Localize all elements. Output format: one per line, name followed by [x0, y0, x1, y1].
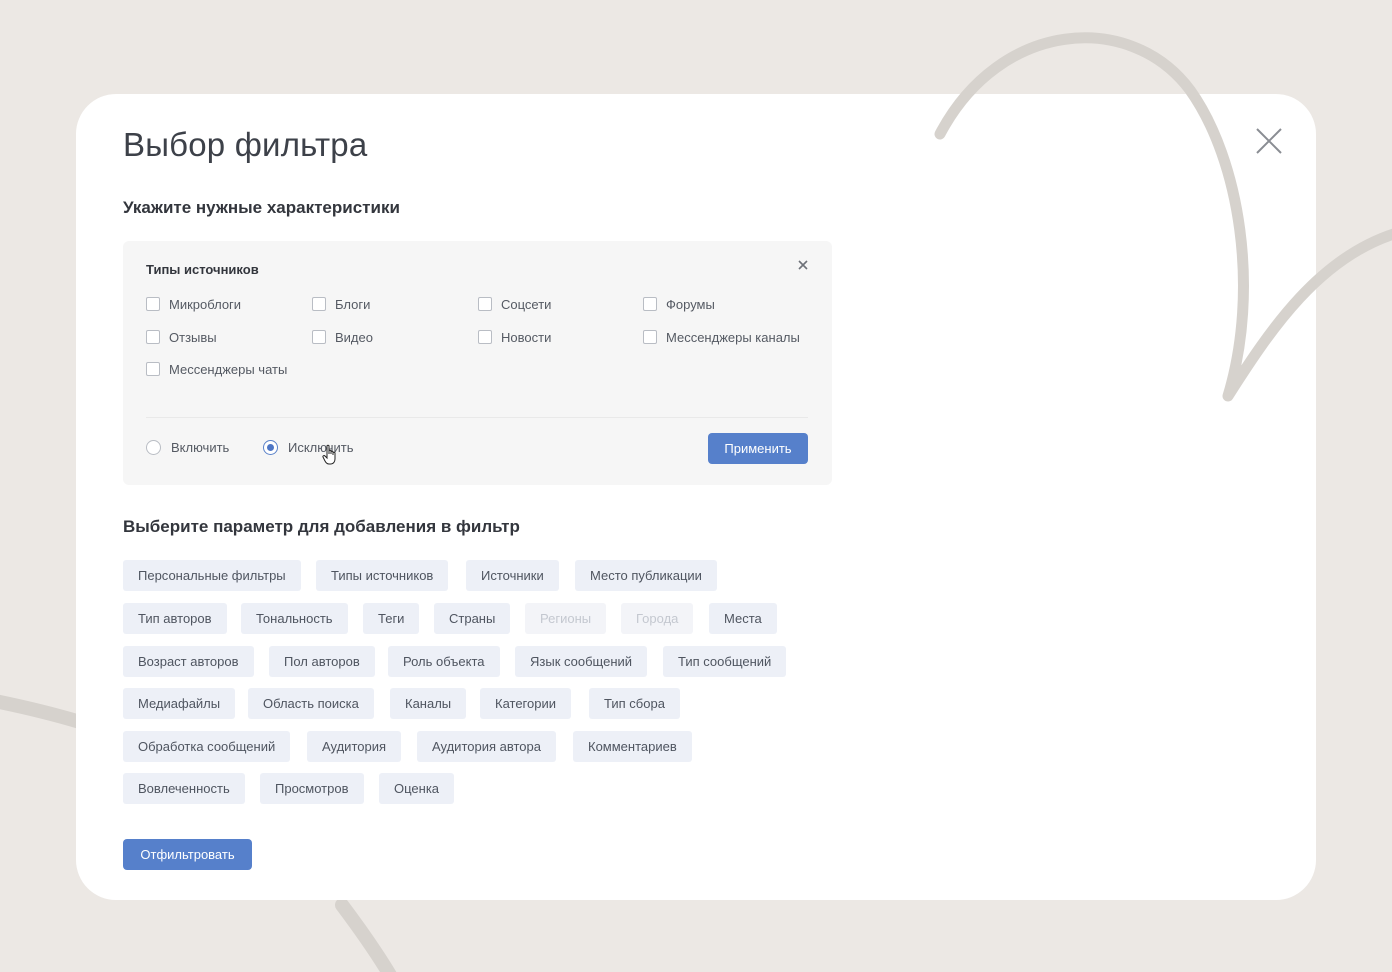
chip-views[interactable]: Просмотров	[260, 773, 364, 804]
chip-audience[interactable]: Аудитория	[307, 731, 402, 762]
chip-sentiment[interactable]: Тональность	[241, 603, 348, 634]
radio-circle-selected[interactable]	[263, 439, 278, 455]
checkbox-box[interactable]	[312, 297, 326, 311]
chip-comments[interactable]: Комментариев	[573, 731, 692, 762]
chip-search-area[interactable]: Область поиска	[248, 688, 374, 719]
chip-countries[interactable]: Страны	[434, 603, 511, 634]
checkbox-label: Новости	[501, 329, 552, 345]
modal-subtitle: Укажите нужные характеристики	[123, 198, 400, 217]
checkbox-label: Блоги	[335, 296, 371, 312]
chip-rating[interactable]: Оценка	[379, 773, 455, 804]
checkbox-news[interactable]: Новости	[478, 328, 551, 346]
filter-button[interactable]: Отфильтровать	[123, 839, 252, 870]
chip-message-type[interactable]: Тип сообщений	[663, 646, 787, 677]
chip-engagement[interactable]: Вовлеченность	[123, 773, 245, 804]
chip-personal-filters[interactable]: Персональные фильтры	[123, 560, 301, 591]
chip-categories[interactable]: Категории	[480, 688, 571, 719]
checkbox-label: Форумы	[666, 296, 715, 312]
checkbox-box[interactable]	[643, 297, 657, 311]
chip-cities: Города	[621, 603, 694, 634]
chip-collection-type[interactable]: Тип сбора	[589, 688, 680, 719]
checkbox-label: Мессенджеры каналы	[666, 329, 800, 345]
chip-message-processing[interactable]: Обработка сообщений	[123, 731, 291, 762]
chip-channels[interactable]: Каналы	[390, 688, 467, 719]
chip-author-age[interactable]: Возраст авторов	[123, 646, 254, 677]
radio-circle[interactable]	[146, 439, 161, 455]
checkbox-label: Соцсети	[501, 296, 552, 312]
checkbox-box[interactable]	[146, 297, 160, 311]
checkbox-reviews[interactable]: Отзывы	[146, 328, 217, 346]
checkbox-box[interactable]	[312, 330, 326, 344]
panel-title: Типы источников	[146, 262, 259, 277]
modal-title: Выбор фильтра	[123, 126, 368, 163]
checkbox-microblogs[interactable]: Микроблоги	[146, 295, 241, 313]
chip-author-audience[interactable]: Аудитория автора	[417, 731, 556, 762]
apply-button[interactable]: Применить	[708, 433, 808, 464]
checkbox-box[interactable]	[643, 330, 657, 344]
chip-publication-place[interactable]: Место публикации	[575, 560, 717, 591]
checkbox-social[interactable]: Соцсети	[478, 295, 551, 313]
checkbox-box[interactable]	[146, 362, 160, 376]
checkbox-label: Отзывы	[169, 329, 217, 345]
checkbox-box[interactable]	[478, 297, 492, 311]
chip-message-language[interactable]: Язык сообщений	[515, 646, 648, 677]
chip-source-types[interactable]: Типы источников	[316, 560, 449, 591]
checkbox-box[interactable]	[146, 330, 160, 344]
filter-modal: Выбор фильтра Укажите нужные характерист…	[76, 94, 1316, 900]
chip-media-files[interactable]: Медиафайлы	[123, 688, 236, 719]
chip-author-gender[interactable]: Пол авторов	[269, 646, 375, 677]
close-icon[interactable]	[796, 258, 810, 272]
chip-tags[interactable]: Теги	[363, 603, 420, 634]
checkbox-messenger-chats[interactable]: Мессенджеры чаты	[146, 360, 287, 378]
chip-author-type[interactable]: Тип авторов	[123, 603, 227, 634]
checkbox-label: Мессенджеры чаты	[169, 361, 288, 377]
chip-sources[interactable]: Источники	[466, 560, 559, 591]
divider	[146, 417, 808, 418]
radio-label: Включить	[171, 439, 230, 455]
checkbox-blogs[interactable]: Блоги	[312, 295, 370, 313]
checkbox-box[interactable]	[478, 330, 492, 344]
close-icon[interactable]	[1252, 124, 1286, 158]
checkbox-video[interactable]: Видео	[312, 328, 373, 346]
source-types-panel: Типы источников Микроблоги Блоги Соцсети…	[123, 241, 832, 485]
chip-object-role[interactable]: Роль объекта	[388, 646, 500, 677]
checkbox-forums[interactable]: Форумы	[643, 295, 715, 313]
chip-places[interactable]: Места	[709, 603, 777, 634]
chip-regions: Регионы	[525, 603, 607, 634]
parameters-title: Выберите параметр для добавления в фильт…	[123, 517, 520, 536]
checkbox-messenger-channels[interactable]: Мессенджеры каналы	[643, 328, 800, 346]
checkbox-label: Микроблоги	[169, 296, 242, 312]
hand-cursor-icon	[322, 444, 336, 465]
checkbox-label: Видео	[335, 329, 373, 345]
radio-exclude[interactable]: Исключить	[263, 438, 354, 456]
radio-include[interactable]: Включить	[146, 438, 229, 456]
